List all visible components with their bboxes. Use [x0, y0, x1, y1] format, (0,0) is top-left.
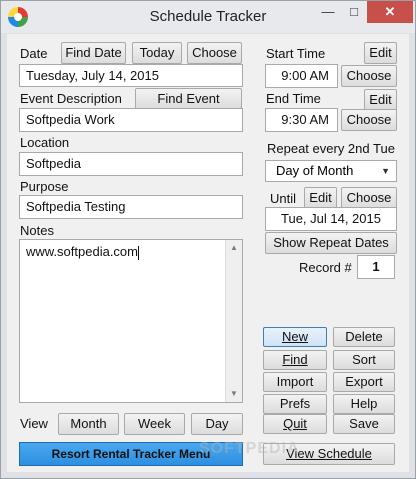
watermark: SOFTPEDIA	[199, 440, 300, 457]
maximize-button[interactable]: □	[341, 1, 367, 23]
purpose-field[interactable]: Softpedia Testing	[19, 195, 243, 219]
event-description-label: Event Description	[20, 91, 122, 106]
minimize-button[interactable]: —	[315, 1, 341, 23]
repeat-select[interactable]: Day of Month ▼	[265, 160, 397, 182]
event-description-field[interactable]: Softpedia Work	[19, 108, 243, 132]
location-label: Location	[20, 135, 70, 150]
view-label: View	[20, 416, 48, 431]
start-time-edit-button[interactable]: Edit	[364, 42, 397, 64]
location-field[interactable]: Softpedia	[19, 152, 243, 176]
export-button[interactable]: Export	[333, 372, 395, 392]
app-window: Schedule Tracker — □ ✕ Date Find Date To…	[0, 0, 416, 479]
until-choose-button[interactable]: Choose	[341, 187, 397, 209]
find-button[interactable]: Find	[263, 350, 327, 370]
new-label: New	[281, 329, 308, 344]
text-cursor	[138, 245, 139, 260]
start-time-field[interactable]: 9:00 AM	[265, 64, 338, 88]
scroll-down-icon[interactable]: ▼	[226, 386, 242, 402]
sort-button[interactable]: Sort	[333, 350, 395, 370]
find-event-button[interactable]: Find Event	[135, 88, 242, 109]
chevron-down-icon: ▼	[381, 166, 390, 176]
repeat-selected-value: Day of Month	[276, 163, 354, 178]
until-edit-button[interactable]: Edit	[304, 187, 337, 209]
end-time-label: End Time	[266, 91, 321, 106]
title-bar: Schedule Tracker — □ ✕	[1, 1, 415, 33]
end-time-edit-button[interactable]: Edit	[364, 89, 397, 111]
end-time-field[interactable]: 9:30 AM	[265, 108, 338, 132]
today-button[interactable]: Today	[132, 42, 182, 64]
date-label: Date	[20, 46, 48, 61]
day-view-button[interactable]: Day	[191, 413, 243, 435]
new-button[interactable]: New	[263, 327, 327, 347]
notes-textarea[interactable]: www.softpedia.com ▲ ▼	[19, 239, 243, 403]
month-view-button[interactable]: Month	[58, 413, 119, 435]
scroll-up-icon[interactable]: ▲	[226, 240, 242, 256]
notes-label: Notes	[20, 223, 54, 238]
start-time-choose-button[interactable]: Choose	[341, 65, 397, 87]
form-area: Date Find Date Today Choose Tuesday, Jul…	[7, 34, 409, 472]
quit-label: Quit	[283, 416, 307, 431]
start-time-label: Start Time	[266, 46, 326, 61]
notes-scrollbar[interactable]: ▲ ▼	[225, 240, 242, 402]
show-repeat-dates-button[interactable]: Show Repeat Dates	[265, 232, 397, 254]
week-view-button[interactable]: Week	[124, 413, 185, 435]
delete-button[interactable]: Delete	[333, 327, 395, 347]
help-button[interactable]: Help	[333, 394, 395, 414]
save-button[interactable]: Save	[333, 414, 395, 434]
close-button[interactable]: ✕	[367, 1, 413, 23]
until-label: Until	[270, 191, 297, 206]
date-choose-button[interactable]: Choose	[187, 42, 242, 64]
until-date-field[interactable]: Tue, Jul 14, 2015	[265, 207, 397, 231]
date-field[interactable]: Tuesday, July 14, 2015	[19, 64, 243, 87]
quit-button[interactable]: Quit	[263, 414, 327, 434]
prefs-button[interactable]: Prefs	[263, 394, 327, 414]
notes-text: www.softpedia.com	[26, 244, 138, 259]
record-number-field[interactable]: 1	[357, 255, 395, 279]
record-label: Record #	[299, 260, 352, 275]
purpose-label: Purpose	[20, 179, 69, 194]
repeat-label: Repeat every 2nd Tue	[267, 141, 395, 156]
end-time-choose-button[interactable]: Choose	[341, 109, 397, 131]
find-date-button[interactable]: Find Date	[61, 42, 126, 64]
import-button[interactable]: Import	[263, 372, 327, 392]
find-label: Find	[282, 352, 308, 367]
